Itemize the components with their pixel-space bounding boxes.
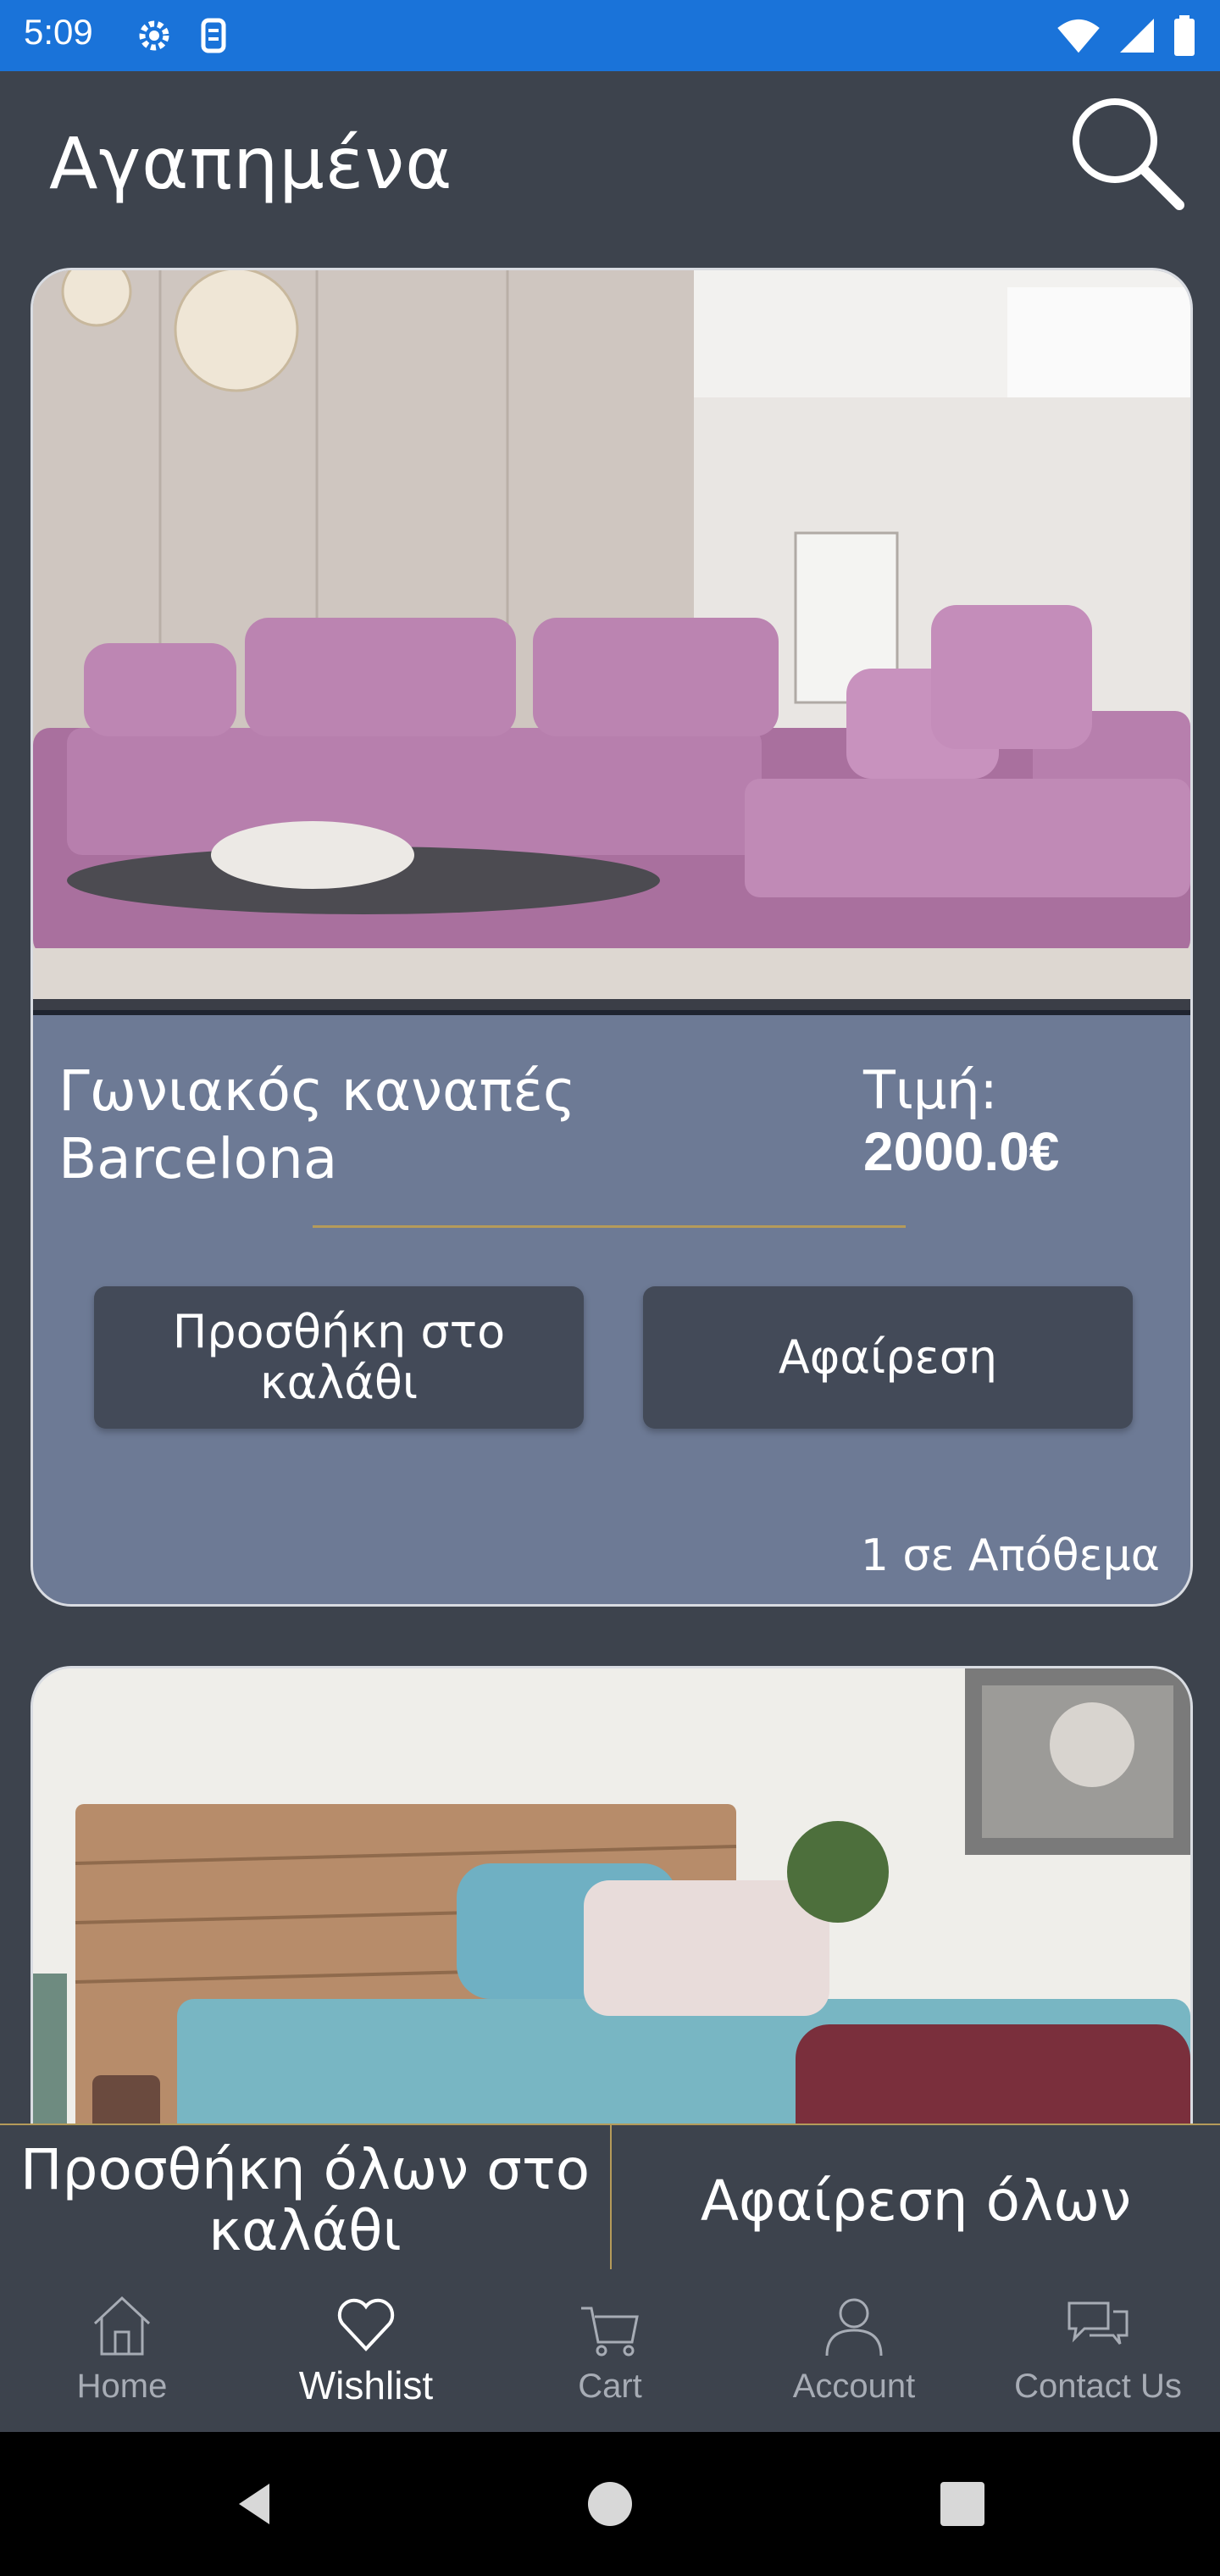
- add-to-cart-button[interactable]: Προσθήκη στο καλάθι: [94, 1286, 584, 1429]
- price-label: Τιμή:: [863, 1059, 998, 1121]
- heart-icon: [337, 2298, 395, 2351]
- account-icon: [825, 2298, 883, 2357]
- sim-icon: [201, 18, 226, 53]
- nav-home[interactable]: Home: [0, 2274, 244, 2432]
- product-image[interactable]: [33, 270, 1190, 1010]
- card-info: Γωνιακός καναπές Barcelona Τιμή: 2000.0€…: [33, 1010, 1190, 1604]
- nav-wishlist[interactable]: Wishlist: [244, 2274, 488, 2432]
- search-button[interactable]: [1062, 88, 1190, 215]
- add-all-to-cart-button[interactable]: Προσθήκη όλων στο καλάθι: [0, 2125, 610, 2276]
- back-icon[interactable]: [229, 2479, 280, 2529]
- price-value: 2000.0€: [863, 1121, 1060, 1182]
- nav-label: Contact Us: [1014, 2368, 1182, 2405]
- chat-icon: [1068, 2301, 1128, 2345]
- wishlist-card: [30, 1666, 1193, 2124]
- nav-label: Wishlist: [298, 2363, 434, 2407]
- bottom-nav: Home Wishlist Cart Account Contact Us: [0, 2274, 1220, 2432]
- recents-icon[interactable]: [937, 2479, 988, 2529]
- product-image[interactable]: [33, 1668, 1190, 2124]
- battery-icon: [1174, 15, 1195, 56]
- nav-label: Home: [76, 2368, 168, 2405]
- divider: [313, 1225, 906, 1228]
- settings-icon: [139, 20, 169, 51]
- stock-status: 1 σε Απόθεμα: [860, 1530, 1160, 1581]
- nav-account[interactable]: Account: [732, 2274, 976, 2432]
- system-navigation-bar: [0, 2432, 1220, 2576]
- wishlist-scroll[interactable]: Γωνιακός καναπές Barcelona Τιμή: 2000.0€…: [0, 237, 1220, 2124]
- wifi-icon: [1057, 19, 1100, 53]
- page-title: Αγαπημένα: [49, 122, 453, 205]
- home-button-icon[interactable]: [585, 2479, 635, 2529]
- wishlist-card: Γωνιακός καναπές Barcelona Τιμή: 2000.0€…: [30, 268, 1193, 1607]
- app-bar: Αγαπημένα: [0, 71, 1220, 237]
- product-name[interactable]: Γωνιακός καναπές Barcelona: [58, 1058, 702, 1193]
- nav-label: Account: [792, 2368, 916, 2405]
- action-bar: Προσθήκη όλων στο καλάθι Αφαίρεση όλων: [0, 2124, 1220, 2276]
- signal-icon: [1120, 19, 1154, 53]
- status-bar: 5:09: [0, 0, 1220, 71]
- remove-all-button[interactable]: Αφαίρεση όλων: [612, 2125, 1220, 2276]
- nav-contact-us[interactable]: Contact Us: [976, 2274, 1220, 2432]
- status-time: 5:09: [24, 12, 93, 52]
- home-icon: [93, 2296, 151, 2356]
- cart-icon: [581, 2307, 639, 2357]
- nav-cart[interactable]: Cart: [488, 2274, 732, 2432]
- remove-button[interactable]: Αφαίρεση: [643, 1286, 1133, 1429]
- nav-label: Cart: [578, 2368, 642, 2405]
- search-icon: [1073, 98, 1184, 210]
